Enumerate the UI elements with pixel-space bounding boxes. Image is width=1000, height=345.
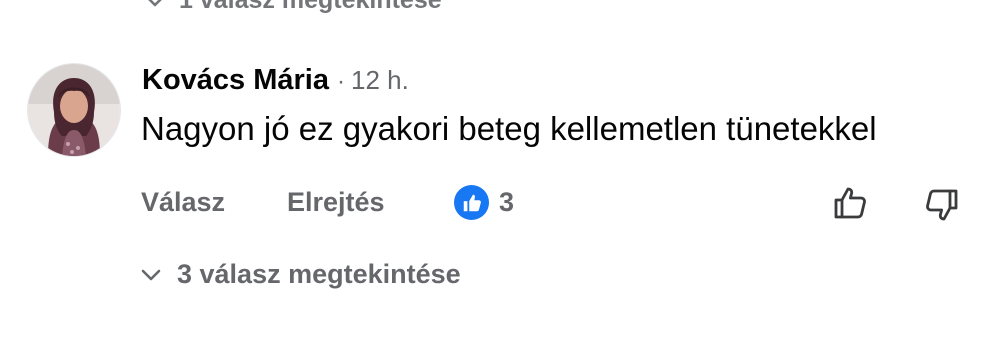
reaction-count: 3 [499,187,515,217]
separator-dot: · [337,68,345,95]
chevron-down-icon [141,269,161,280]
reply-button[interactable]: Válasz [141,187,225,218]
avatar[interactable] [28,64,120,156]
reaction-summary[interactable]: 3 [454,185,514,220]
author-name[interactable]: Kovács Mária [142,64,329,97]
comment-header: Kovács Mária · 12 h. [142,64,409,97]
previous-view-replies-link[interactable]: 1 válasz megtekintése [145,0,442,15]
comment-actions: Válasz Elrejtés 3 [141,183,971,223]
chevron-down-icon [148,0,162,6]
view-replies-label: 3 válasz megtekintése [177,259,461,289]
previous-view-replies-label: 1 válasz megtekintése [179,0,442,14]
view-replies-link[interactable]: 3 válasz megtekintése [141,259,461,290]
hide-button[interactable]: Elrejtés [287,187,385,218]
thumbs-down-outline-icon[interactable] [921,185,961,225]
thumbs-up-outline-icon[interactable] [831,183,871,223]
timestamp[interactable]: 12 h. [351,65,409,96]
comment-text: Nagyon jó ez gyakori beteg kellemetlen t… [141,110,877,147]
like-icon [454,185,489,220]
